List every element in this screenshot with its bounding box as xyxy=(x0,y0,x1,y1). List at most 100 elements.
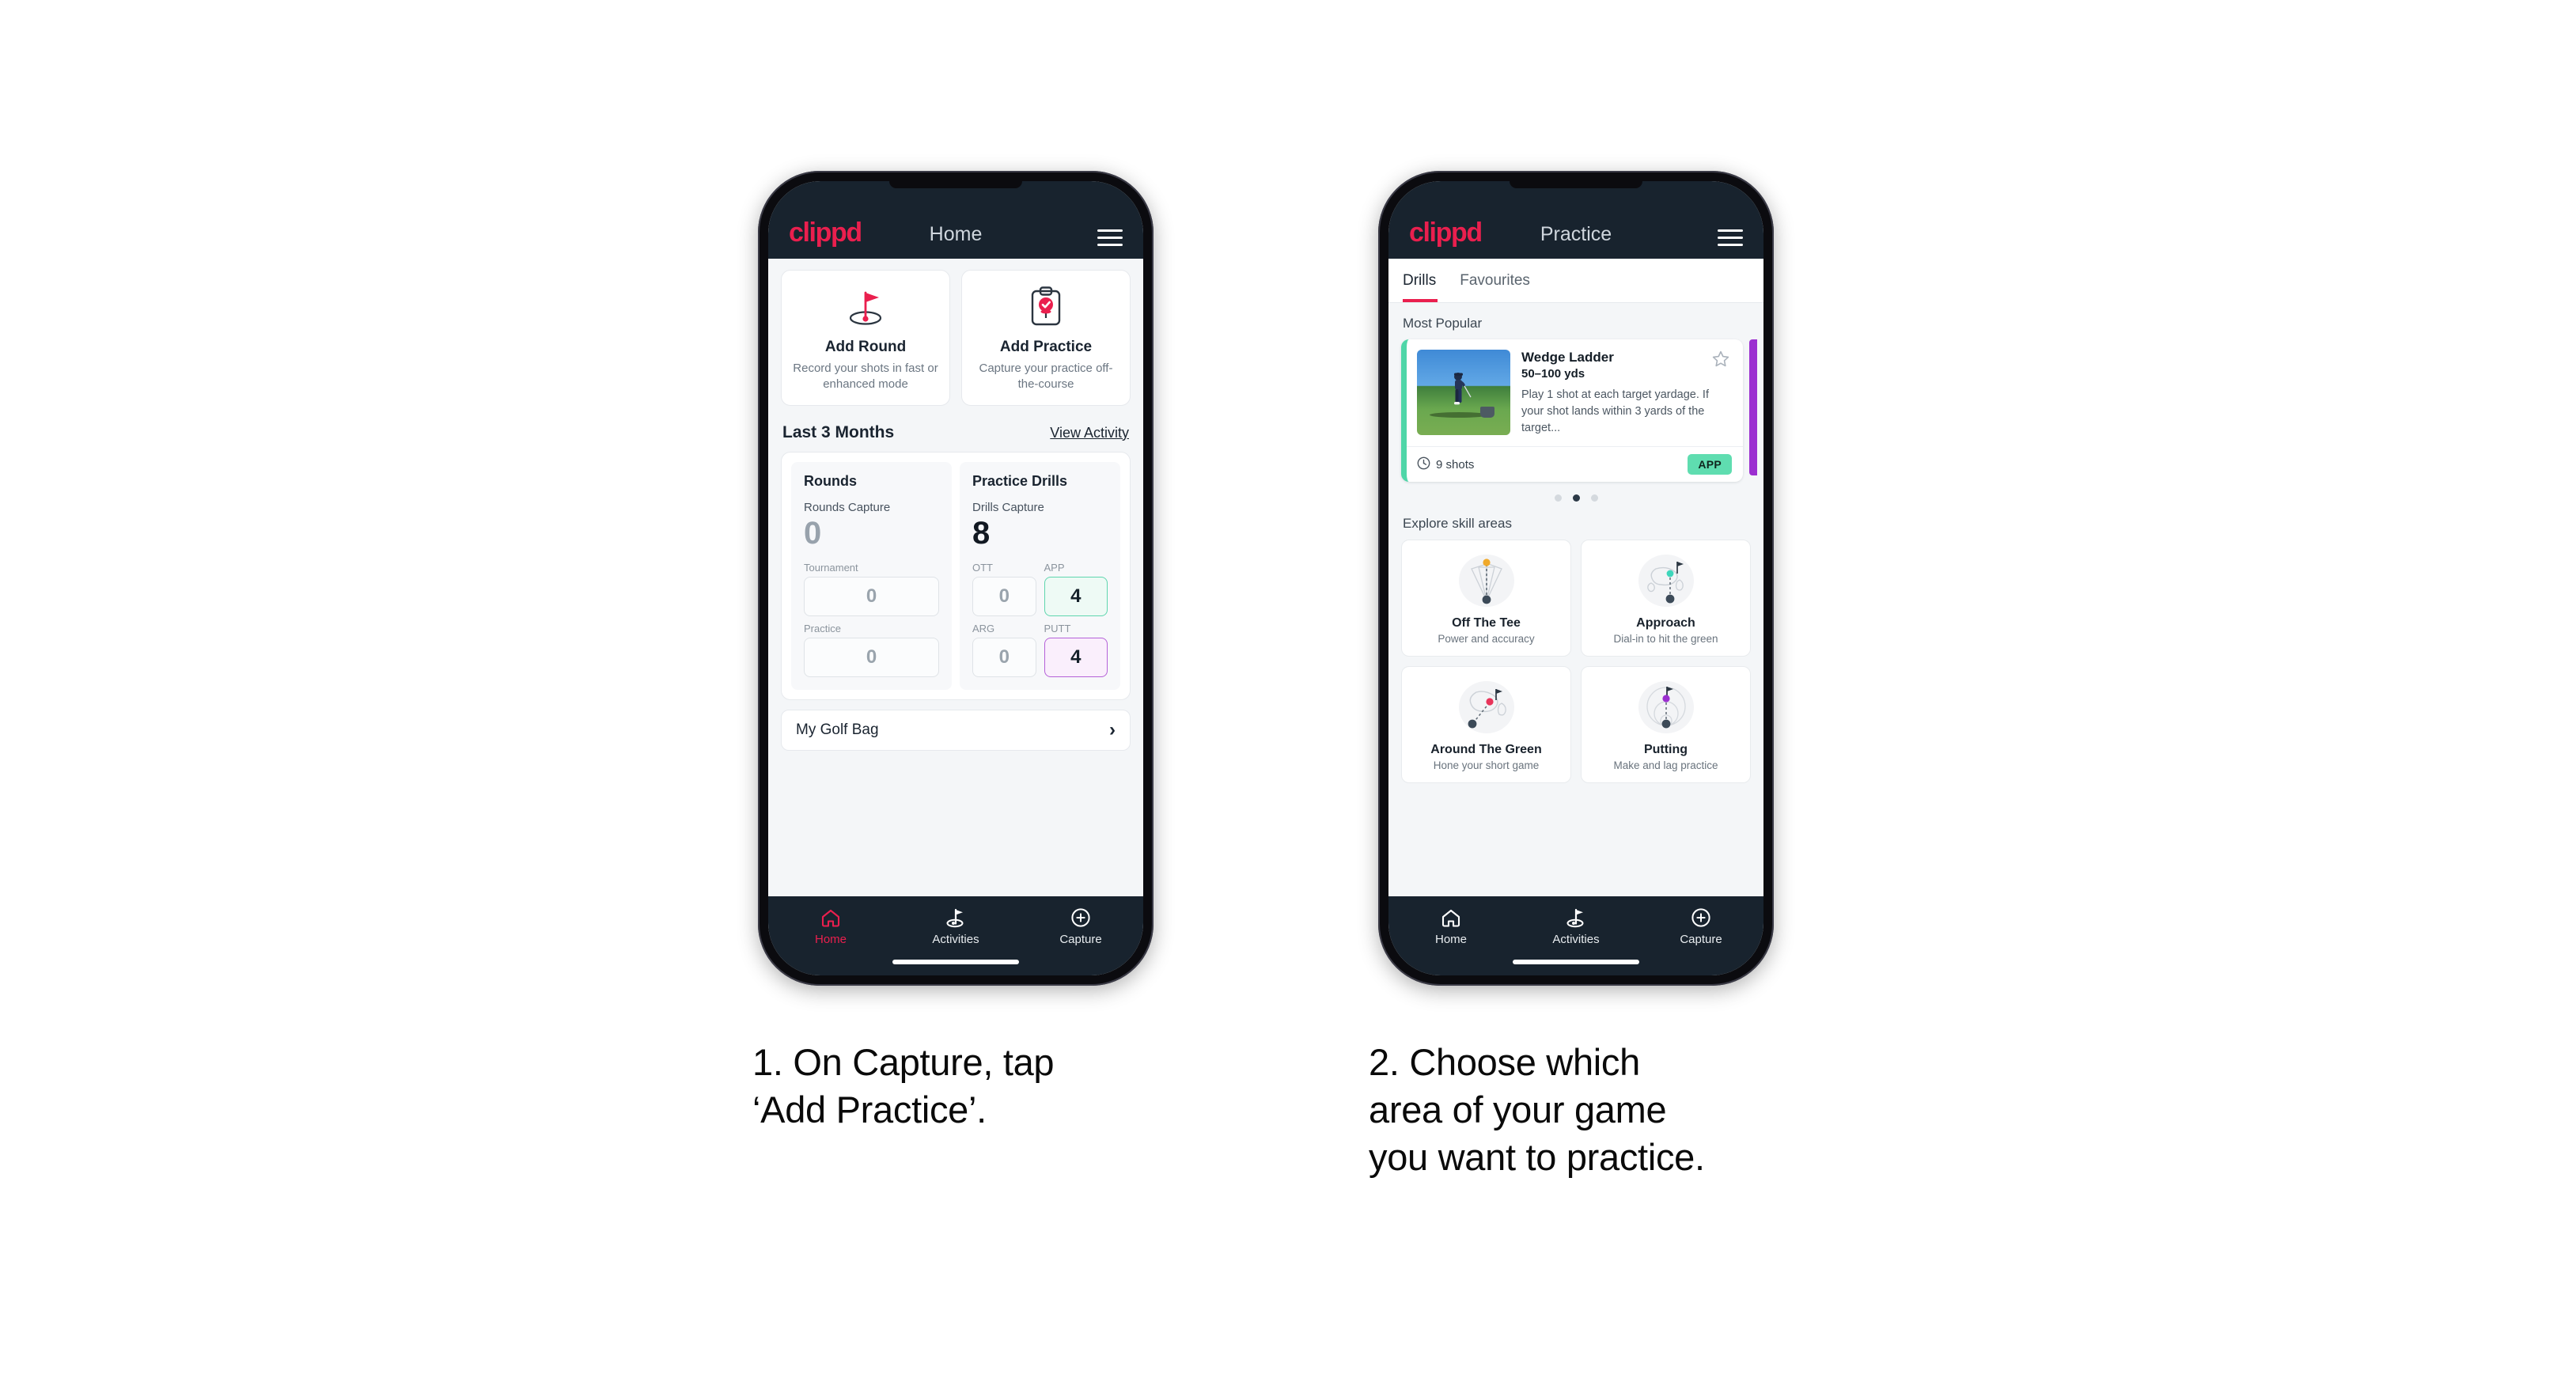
poster-canvas: clippd Home Add Round Record your shots … xyxy=(0,0,2576,1386)
rounds-capture-value: 0 xyxy=(804,515,822,551)
mini-putt-value: 4 xyxy=(1044,637,1108,677)
chip-green-icon xyxy=(1408,676,1564,738)
quick-actions-row: Add Round Record your shots in fast or e… xyxy=(781,270,1131,406)
skill-title: Off The Tee xyxy=(1452,616,1521,631)
carousel-dot-2[interactable] xyxy=(1572,494,1580,502)
skill-sub: Hone your short game xyxy=(1433,759,1540,772)
skill-sub: Power and accuracy xyxy=(1438,633,1535,646)
drills-minis: OTT 0 APP 4 ARG 0 PUTT 4 xyxy=(972,562,1108,677)
add-round-title: Add Round xyxy=(824,339,907,355)
mini-tournament-value: 0 xyxy=(804,576,939,616)
clipboard-check-icon xyxy=(970,285,1122,329)
rounds-heading: Rounds xyxy=(804,472,857,489)
phone-notch xyxy=(1510,181,1642,188)
phone1-app-header: clippd Home xyxy=(768,181,1143,259)
drill-carousel: Wedge Ladder 50–100 yds Play 1 shot at e… xyxy=(1401,339,1757,483)
nav-item-activities-label: Activities xyxy=(1552,933,1600,946)
mini-app-label: APP xyxy=(1044,561,1065,574)
most-popular-label: Most Popular xyxy=(1403,316,1483,331)
drill-name: Wedge Ladder xyxy=(1521,350,1614,365)
chevron-right-icon: › xyxy=(1109,718,1116,740)
skill-card-approach[interactable]: Approach Dial-in to hit the green xyxy=(1581,540,1751,657)
plus-circle-icon xyxy=(1070,907,1091,928)
skill-sub: Make and lag practice xyxy=(1613,759,1718,772)
skill-title: Approach xyxy=(1636,616,1695,631)
clippd-logo: clippd xyxy=(789,218,862,248)
add-round-sub: Record your shots in fast or enhanced mo… xyxy=(793,362,938,391)
practice-tabs: Drills Favourites xyxy=(1388,259,1763,303)
tab-favourites[interactable]: Favourites xyxy=(1460,259,1543,302)
nav-item-home[interactable]: Home xyxy=(769,907,892,946)
phone2-app-header: clippd Practice xyxy=(1388,181,1763,259)
rounds-capture-label: Rounds Capture xyxy=(804,500,891,514)
drill-description: Play 1 shot at each target yardage. If y… xyxy=(1521,388,1709,435)
add-practice-card[interactable]: Add Practice Capture your practice off-t… xyxy=(961,270,1131,406)
nav-item-home[interactable]: Home xyxy=(1389,907,1513,946)
mini-putt-label: PUTT xyxy=(1044,622,1071,634)
page-title: Home xyxy=(929,223,983,245)
drill-meta: Wedge Ladder 50–100 yds Play 1 shot at e… xyxy=(1521,350,1732,437)
clock-icon xyxy=(1417,456,1430,473)
phone1-content: Add Round Record your shots in fast or e… xyxy=(768,259,1143,896)
add-practice-sub: Capture your practice off-the-course xyxy=(979,362,1113,391)
next-drill-accent xyxy=(1749,339,1757,475)
home-icon xyxy=(1441,907,1461,928)
drill-yardage: 50–100 yds xyxy=(1521,367,1585,381)
mini-ott[interactable]: OTT 0 xyxy=(972,562,1036,616)
carousel-dot-1[interactable] xyxy=(1554,494,1562,502)
stats-card: Rounds Rounds Capture 0 Tournament 0 Pra… xyxy=(781,451,1131,700)
carousel-dot-3[interactable] xyxy=(1590,494,1598,502)
my-golf-bag-row[interactable]: My Golf Bag › xyxy=(781,709,1131,751)
hamburger-icon[interactable] xyxy=(1097,229,1123,246)
nav-item-home-label: Home xyxy=(1434,933,1467,946)
phone-mockup-home: clippd Home Add Round Record your shots … xyxy=(758,171,1154,986)
mini-arg-value: 0 xyxy=(972,637,1036,677)
star-outline-icon[interactable] xyxy=(1711,350,1730,373)
clippd-logo: clippd xyxy=(1409,218,1483,248)
mini-app-value: 4 xyxy=(1044,576,1108,616)
caption-step-1: 1. On Capture, tap ‘Add Practice’. xyxy=(752,1041,1055,1131)
carousel-dots xyxy=(1401,482,1751,513)
putting-rings-icon xyxy=(1588,676,1744,738)
mini-app[interactable]: APP 4 xyxy=(1044,562,1108,616)
home-indicator xyxy=(1513,960,1639,964)
hamburger-icon[interactable] xyxy=(1718,229,1743,246)
skill-card-around-the-green[interactable]: Around The Green Hone your short game xyxy=(1401,666,1571,784)
drill-card-wedge-ladder[interactable]: Wedge Ladder 50–100 yds Play 1 shot at e… xyxy=(1401,339,1743,483)
add-practice-title: Add Practice xyxy=(999,339,1093,355)
mini-practice-value: 0 xyxy=(804,637,939,677)
skill-card-off-the-tee[interactable]: Off The Tee Power and accuracy xyxy=(1401,540,1571,657)
mini-arg[interactable]: ARG 0 xyxy=(972,623,1036,677)
mini-tournament-label: Tournament xyxy=(804,561,858,574)
mini-practice[interactable]: Practice 0 xyxy=(804,623,939,677)
nav-item-activities[interactable]: Activities xyxy=(894,907,1017,946)
practice-drills-column: Practice Drills Drills Capture 8 OTT 0 A… xyxy=(960,461,1120,690)
view-activity-link[interactable]: View Activity xyxy=(1050,425,1129,441)
drill-shots-label: 9 shots xyxy=(1436,457,1475,471)
skill-title: Around The Green xyxy=(1430,743,1542,757)
mini-practice-label: Practice xyxy=(804,622,841,634)
golf-flag-icon xyxy=(945,907,966,928)
nav-item-activities-label: Activities xyxy=(932,933,979,946)
drill-thumbnail xyxy=(1417,350,1510,435)
tab-favourites-label: Favourites xyxy=(1460,271,1530,289)
home-icon xyxy=(820,907,841,928)
drill-card-footer: 9 shots APP xyxy=(1407,446,1743,482)
tab-drills[interactable]: Drills xyxy=(1403,259,1449,302)
nav-item-home-label: Home xyxy=(814,933,847,946)
phone1-screen: clippd Home Add Round Record your shots … xyxy=(768,181,1143,975)
mini-ott-label: OTT xyxy=(972,561,993,574)
add-round-card[interactable]: Add Round Record your shots in fast or e… xyxy=(781,270,950,406)
phone2-screen: clippd Practice Drills Favourites Most P… xyxy=(1388,181,1763,975)
mini-tournament[interactable]: Tournament 0 xyxy=(804,562,939,616)
nav-item-capture[interactable]: Capture xyxy=(1639,907,1763,946)
tee-fan-icon xyxy=(1408,550,1564,612)
skill-title: Putting xyxy=(1643,743,1688,757)
nav-item-activities[interactable]: Activities xyxy=(1514,907,1638,946)
rounds-column: Rounds Rounds Capture 0 Tournament 0 Pra… xyxy=(791,461,952,690)
nav-item-capture[interactable]: Capture xyxy=(1019,907,1142,946)
skill-card-putting[interactable]: Putting Make and lag practice xyxy=(1581,666,1751,784)
skill-areas-grid: Off The Tee Power and accuracy Approach … xyxy=(1401,540,1751,784)
mini-putt[interactable]: PUTT 4 xyxy=(1044,623,1108,677)
phone2-content: Most Popular Wedge Ladder 50–100 yds Pla… xyxy=(1388,303,1763,896)
